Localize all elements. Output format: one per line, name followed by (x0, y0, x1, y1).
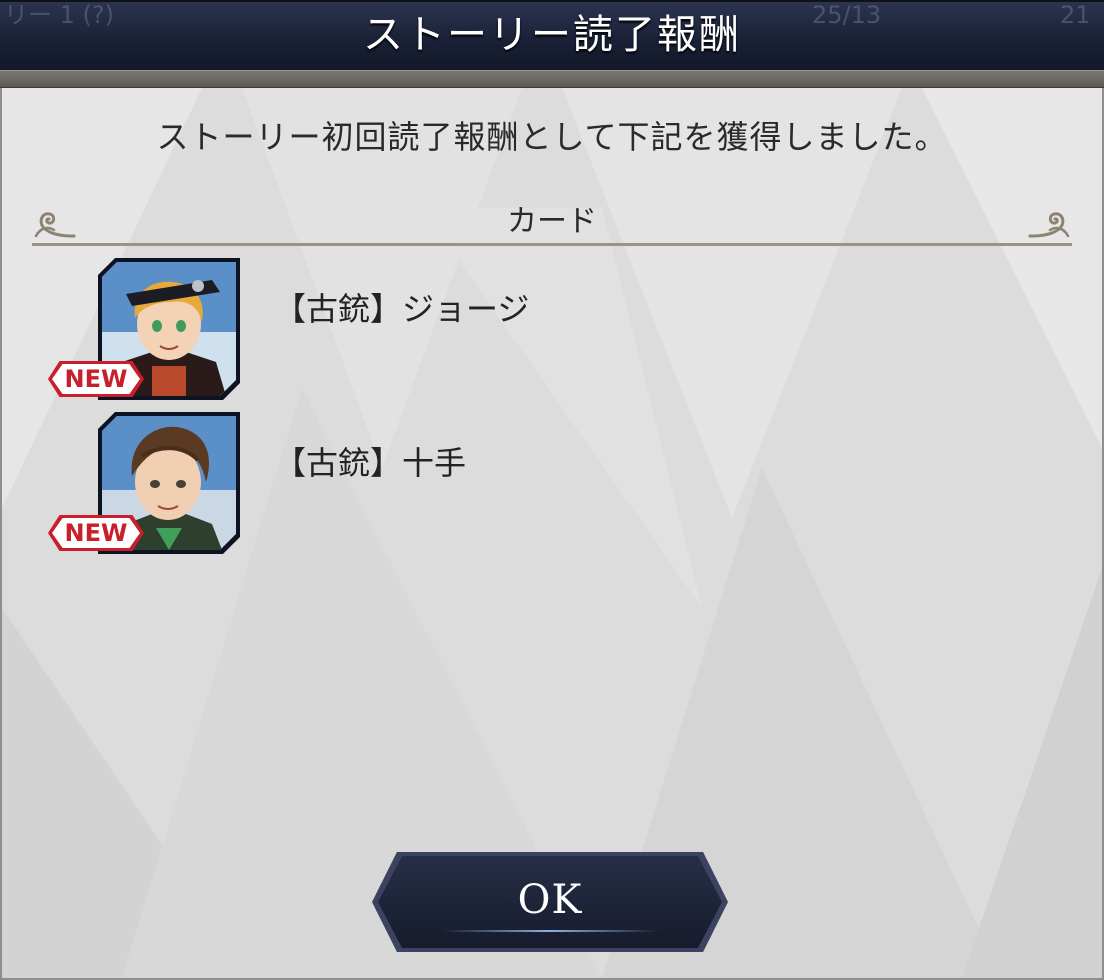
section-divider (32, 243, 1072, 246)
dialog-title: ストーリー読了報酬 (363, 12, 741, 58)
reward-message: ストーリー初回読了報酬として下記を獲得しました。 (156, 118, 948, 156)
new-badge: NEW (48, 361, 144, 397)
header-divider (0, 70, 1104, 88)
ok-button[interactable]: OK (372, 852, 728, 952)
dialog-body: ストーリー初回読了報酬として下記を獲得しました。 カード NEW 【古銃】ジョー… (0, 88, 1104, 980)
card-name: 【古銃】十手 (274, 444, 467, 482)
section-title-cards: カード (507, 204, 597, 239)
new-badge: NEW (48, 515, 144, 551)
dialog-header: リー 1 (?) 25/13 21 ストーリー読了報酬 (0, 0, 1104, 72)
ok-button-label: OK (517, 877, 583, 923)
reward-card-row: NEW 【古銃】十手 (48, 412, 948, 557)
reward-card-row: NEW 【古銃】ジョージ (48, 258, 948, 403)
card-name: 【古銃】ジョージ (274, 290, 530, 328)
reward-dialog-screen: リー 1 (?) 25/13 21 ストーリー読了報酬 ストーリー初回読了報酬と… (0, 0, 1104, 980)
